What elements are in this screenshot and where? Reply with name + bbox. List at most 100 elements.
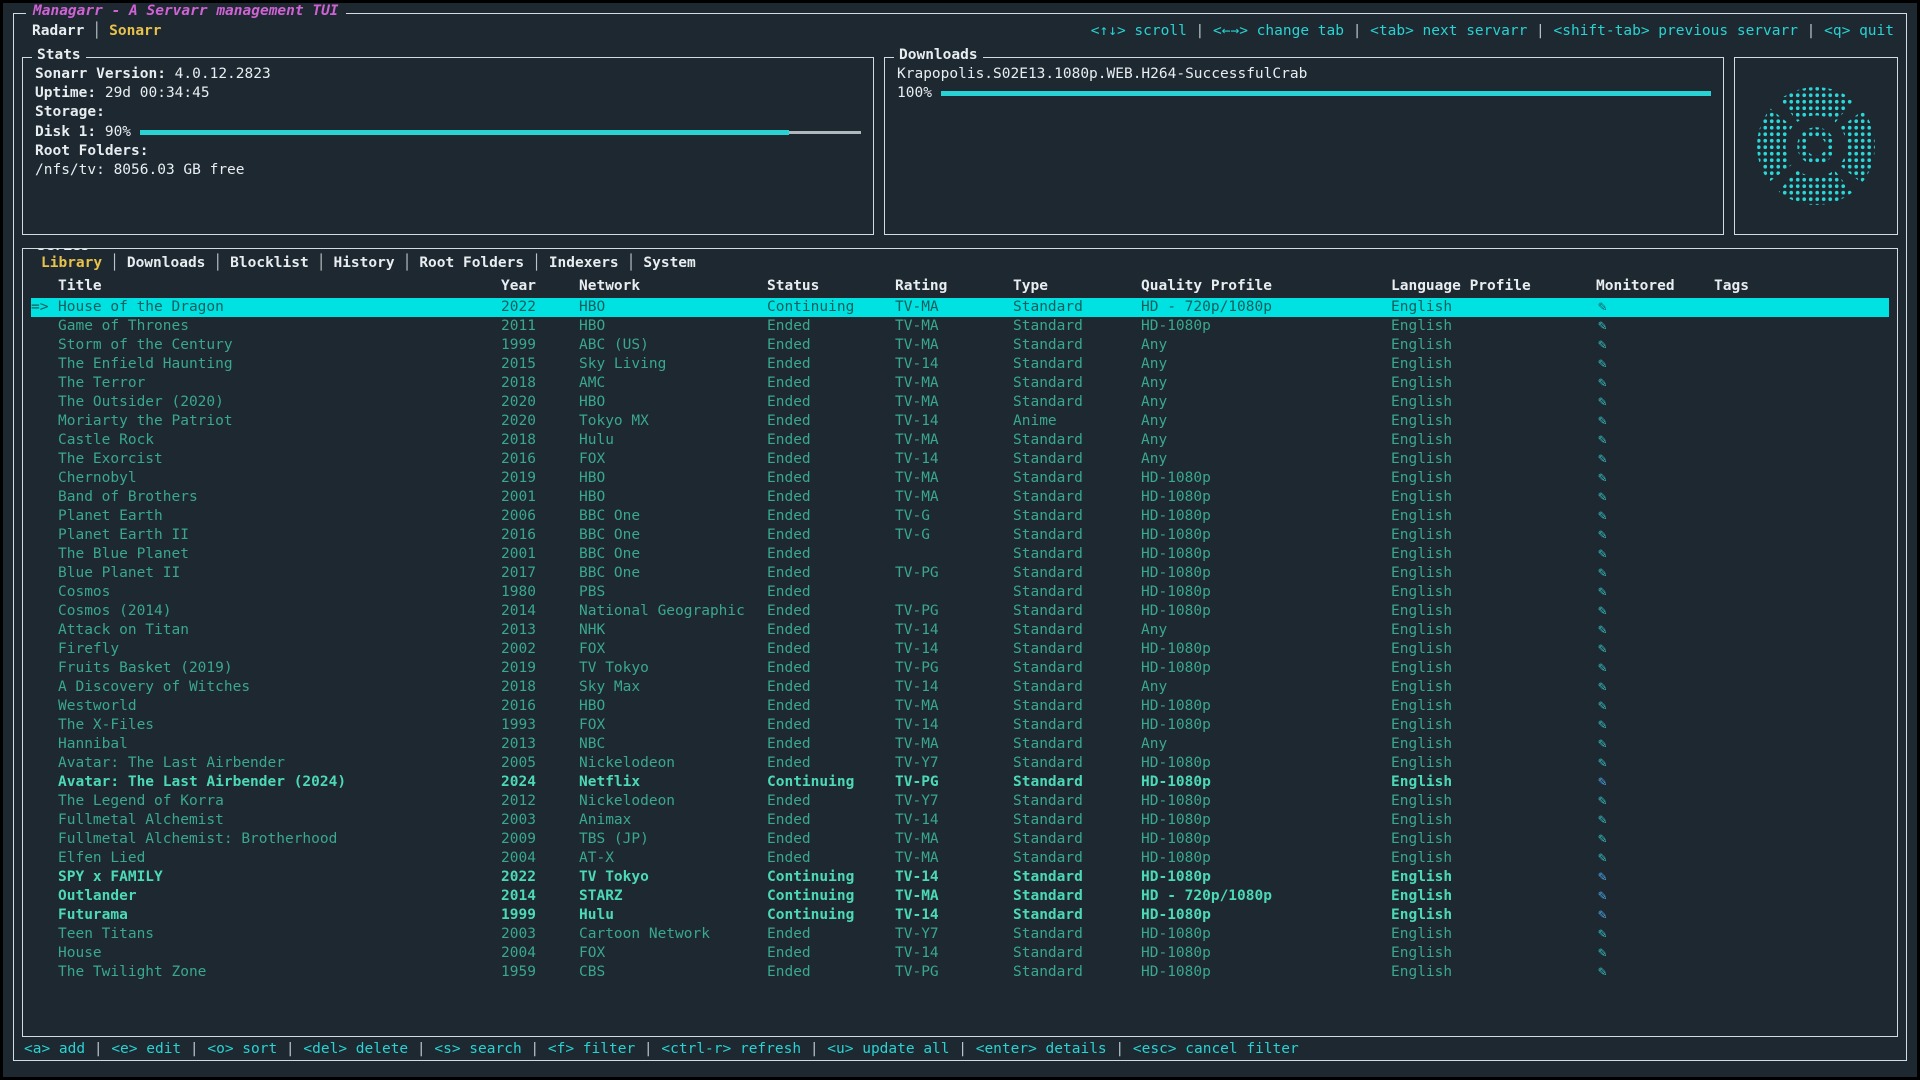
hint-refresh: <ctrl-r> refresh (661, 1041, 801, 1057)
monitored-icon: ✎ (1596, 450, 1714, 469)
table-row[interactable]: Outlander2014STARZContinuingTV-MAStandar… (31, 887, 1889, 906)
cell-title: Teen Titans (31, 925, 501, 944)
cell-type: Standard (1013, 374, 1141, 393)
table-row[interactable]: Planet Earth II2016BBC OneEndedTV-GStand… (31, 526, 1889, 545)
cell-quality-profile: HD-1080p (1141, 906, 1391, 925)
table-row[interactable]: SPY x FAMILY2022TV TokyoContinuingTV-14S… (31, 868, 1889, 887)
table-row[interactable]: Band of Brothers2001HBOEndedTV-MAStandar… (31, 488, 1889, 507)
series-tab-system[interactable]: System (635, 255, 703, 271)
table-row[interactable]: Planet Earth2006BBC OneEndedTV-GStandard… (31, 507, 1889, 526)
table-row[interactable]: Moriarty the Patriot2020Tokyo MXEndedTV-… (31, 412, 1889, 431)
table-row[interactable]: Futurama1999HuluContinuingTV-14StandardH… (31, 906, 1889, 925)
servarr-tab-radarr[interactable]: Radarr (24, 23, 92, 39)
cell-rating: TV-14 (895, 450, 1013, 469)
column-header-tags: Tags (1714, 277, 1889, 296)
series-tab-blocklist[interactable]: Blocklist (222, 255, 317, 271)
cell-year: 2020 (501, 412, 579, 431)
table-row[interactable]: The X-Files1993FOXEndedTV-14StandardHD-1… (31, 716, 1889, 735)
table-row[interactable]: Fullmetal Alchemist2003AnimaxEndedTV-14S… (31, 811, 1889, 830)
downloads-panel-title: Downloads (894, 47, 983, 63)
monitored-icon: ✎ (1596, 887, 1714, 906)
cell-language-profile: English (1391, 317, 1596, 336)
series-tab-history[interactable]: History (325, 255, 402, 271)
cell-status: Ended (767, 602, 895, 621)
table-row[interactable]: The Blue Planet2001BBC OneEndedStandardH… (31, 545, 1889, 564)
cell-type: Standard (1013, 317, 1141, 336)
cell-quality-profile: Any (1141, 621, 1391, 640)
cell-language-profile: English (1391, 868, 1596, 887)
table-row[interactable]: The Twilight Zone1959CBSEndedTV-PGStanda… (31, 963, 1889, 982)
cell-year: 2003 (501, 925, 579, 944)
cell-type: Standard (1013, 336, 1141, 355)
cell-quality-profile: HD-1080p (1141, 469, 1391, 488)
cell-network: Tokyo MX (579, 412, 767, 431)
cell-language-profile: English (1391, 716, 1596, 735)
cell-title: House (31, 944, 501, 963)
column-header-title: Title (31, 277, 501, 296)
monitored-icon: ✎ (1596, 602, 1714, 621)
hint-scroll: <↑↓> scroll (1091, 23, 1187, 39)
table-row[interactable]: Avatar: The Last Airbender (2024)2024Net… (31, 773, 1889, 792)
series-title: House (58, 945, 102, 961)
cell-status: Ended (767, 811, 895, 830)
cell-network: BBC One (579, 564, 767, 583)
table-row[interactable]: Blue Planet II2017BBC OneEndedTV-PGStand… (31, 564, 1889, 583)
table-row[interactable]: Firefly2002FOXEndedTV-14StandardHD-1080p… (31, 640, 1889, 659)
series-tab-library[interactable]: Library (33, 255, 110, 271)
table-row[interactable]: The Terror2018AMCEndedTV-MAStandardAnyEn… (31, 374, 1889, 393)
table-row[interactable]: The Legend of Korra2012NickelodeonEndedT… (31, 792, 1889, 811)
series-tab-root-folders[interactable]: Root Folders (411, 255, 532, 271)
column-header-year: Year (501, 277, 579, 296)
table-row[interactable]: Chernobyl2019HBOEndedTV-MAStandardHD-108… (31, 469, 1889, 488)
table-row[interactable]: Fruits Basket (2019)2019TV TokyoEndedTV-… (31, 659, 1889, 678)
cell-tags (1714, 374, 1889, 393)
cell-rating: TV-MA (895, 317, 1013, 336)
series-panel: Series Library│Downloads│Blocklist│Histo… (22, 248, 1898, 1037)
series-tab-downloads[interactable]: Downloads (119, 255, 214, 271)
monitored-icon: ✎ (1596, 469, 1714, 488)
cell-status: Ended (767, 792, 895, 811)
download-percent-value: 100% (897, 84, 932, 103)
hint-separator: | (1187, 23, 1213, 39)
series-table: TitleYearNetworkStatusRatingTypeQuality … (31, 274, 1889, 1034)
cell-tags (1714, 659, 1889, 678)
cell-tags (1714, 849, 1889, 868)
table-row[interactable]: Hannibal2013NBCEndedTV-MAStandardAnyEngl… (31, 735, 1889, 754)
table-row[interactable]: The Enfield Haunting2015Sky LivingEndedT… (31, 355, 1889, 374)
series-title: Cosmos (58, 584, 110, 600)
table-row[interactable]: Storm of the Century1999ABC (US)EndedTV-… (31, 336, 1889, 355)
table-row[interactable]: Westworld2016HBOEndedTV-MAStandardHD-108… (31, 697, 1889, 716)
cell-type: Standard (1013, 355, 1141, 374)
series-title: Blue Planet II (58, 565, 180, 581)
cell-status: Ended (767, 564, 895, 583)
table-row[interactable]: House2004FOXEndedTV-14StandardHD-1080pEn… (31, 944, 1889, 963)
cell-rating: TV-14 (895, 678, 1013, 697)
table-row[interactable]: Cosmos1980PBSEndedStandardHD-1080pEnglis… (31, 583, 1889, 602)
table-row[interactable]: Avatar: The Last Airbender2005Nickelodeo… (31, 754, 1889, 773)
hint-separator: | (1344, 23, 1370, 39)
table-row[interactable]: The Outsider (2020)2020HBOEndedTV-MAStan… (31, 393, 1889, 412)
series-tab-indexers[interactable]: Indexers (541, 255, 627, 271)
global-keybind-hints: <↑↓> scroll | <←→> change tab | <tab> ne… (1091, 23, 1894, 39)
cell-rating: TV-Y7 (895, 925, 1013, 944)
table-row[interactable]: Elfen Lied2004AT-XEndedTV-MAStandardHD-1… (31, 849, 1889, 868)
cell-language-profile: English (1391, 944, 1596, 963)
cell-status: Ended (767, 393, 895, 412)
table-row[interactable]: Castle Rock2018HuluEndedTV-MAStandardAny… (31, 431, 1889, 450)
series-title: Storm of the Century (58, 337, 233, 353)
cell-type: Standard (1013, 507, 1141, 526)
table-row[interactable]: Game of Thrones2011HBOEndedTV-MAStandard… (31, 317, 1889, 336)
cell-year: 1959 (501, 963, 579, 982)
table-row[interactable]: Teen Titans2003Cartoon NetworkEndedTV-Y7… (31, 925, 1889, 944)
cell-tags (1714, 393, 1889, 412)
table-row[interactable]: Attack on Titan2013NHKEndedTV-14Standard… (31, 621, 1889, 640)
cell-network: Sky Living (579, 355, 767, 374)
servarr-tab-sonarr[interactable]: Sonarr (101, 23, 169, 39)
table-row[interactable]: A Discovery of Witches2018Sky MaxEndedTV… (31, 678, 1889, 697)
hint-previous-servarr: <shift-tab> previous servarr (1554, 23, 1798, 39)
table-row[interactable]: The Exorcist2016FOXEndedTV-14StandardAny… (31, 450, 1889, 469)
table-row[interactable]: =>House of the Dragon2022HBOContinuingTV… (31, 298, 1889, 317)
table-row[interactable]: Cosmos (2014)2014National GeographicEnde… (31, 602, 1889, 621)
cell-rating: TV-MA (895, 393, 1013, 412)
table-row[interactable]: Fullmetal Alchemist: Brotherhood2009TBS … (31, 830, 1889, 849)
